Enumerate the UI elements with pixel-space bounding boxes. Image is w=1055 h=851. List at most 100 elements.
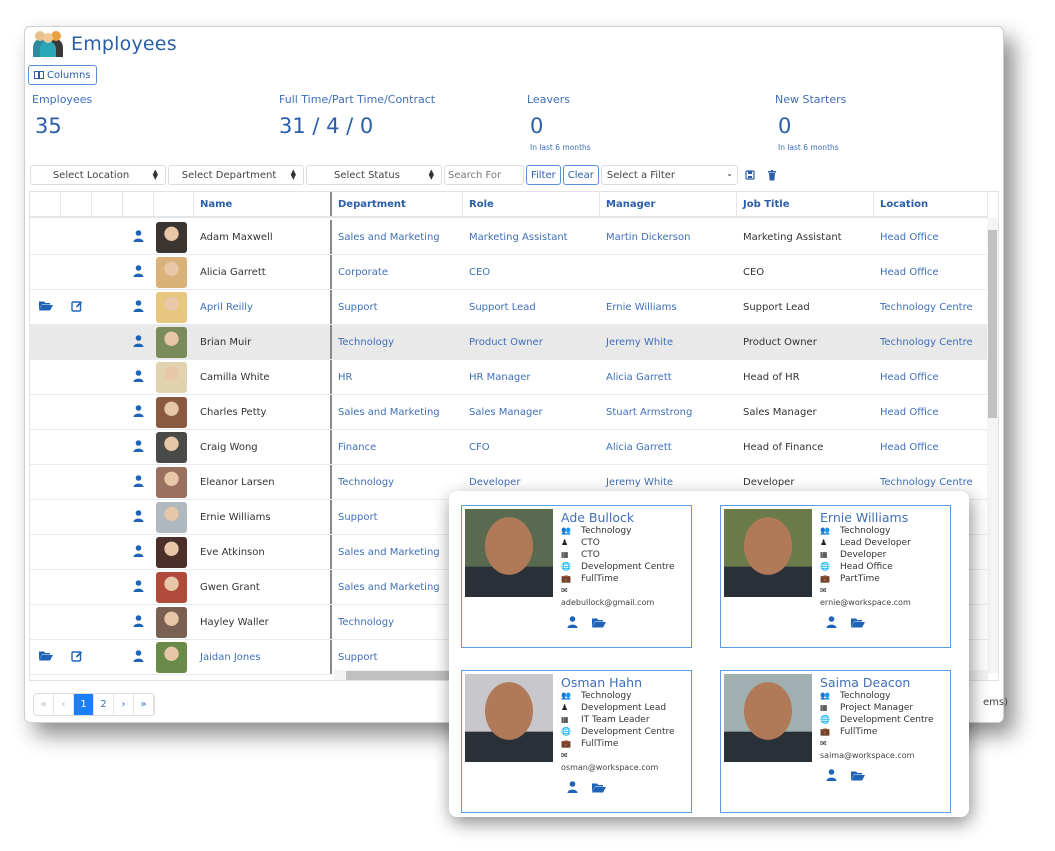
department-cell[interactable]: Sales and Marketing	[332, 535, 463, 569]
department-cell[interactable]: Support	[332, 500, 463, 534]
person-icon[interactable]	[133, 369, 144, 385]
location-cell[interactable]: Head Office	[874, 395, 988, 429]
search-input[interactable]: Search For	[444, 165, 524, 185]
vertical-scrollbar[interactable]	[987, 218, 998, 673]
person-icon[interactable]	[133, 474, 144, 490]
profile-cell[interactable]	[123, 465, 154, 499]
department-cell[interactable]: Sales and Marketing	[332, 395, 463, 429]
manager-cell[interactable]: Ernie Williams	[600, 290, 737, 324]
scrollbar-thumb[interactable]	[988, 230, 997, 418]
card-name[interactable]: Osman Hahn	[561, 676, 691, 690]
location-cell[interactable]: Head Office	[874, 255, 988, 289]
card-email[interactable]: ernie@workspace.com	[820, 597, 950, 608]
next-page-button[interactable]: ›	[114, 694, 134, 715]
prev-page-button[interactable]: ‹	[54, 694, 74, 715]
person-icon[interactable]	[133, 299, 144, 315]
page-2-button[interactable]: 2	[94, 694, 114, 715]
department-cell[interactable]: HR	[332, 360, 463, 394]
column-header-location[interactable]: Location	[874, 192, 988, 216]
profile-cell[interactable]	[123, 360, 154, 394]
person-icon[interactable]	[567, 613, 578, 632]
person-icon[interactable]	[567, 778, 578, 797]
role-cell[interactable]: Sales Manager	[463, 395, 600, 429]
profile-cell[interactable]	[123, 255, 154, 289]
person-icon[interactable]	[133, 509, 144, 525]
name-cell[interactable]: April Reilly	[194, 290, 332, 324]
card-name[interactable]: Saima Deacon	[820, 676, 950, 690]
location-cell[interactable]: Technology Centre	[874, 325, 988, 359]
person-icon[interactable]	[133, 649, 144, 665]
location-cell[interactable]: Head Office	[874, 220, 988, 254]
card-name[interactable]: Ernie Williams	[820, 511, 950, 525]
role-cell[interactable]: Product Owner	[463, 325, 600, 359]
status-select[interactable]: Select Status ▲ ▼	[306, 165, 442, 185]
role-cell[interactable]: Marketing Assistant	[463, 220, 600, 254]
person-icon[interactable]	[133, 614, 144, 630]
open-folder-cell[interactable]	[30, 640, 61, 674]
table-row[interactable]: Alicia Garrett Corporate CEO CEO Head Of…	[30, 255, 988, 290]
save-filter-button[interactable]	[740, 165, 760, 185]
manager-cell[interactable]: Stuart Armstrong	[600, 395, 737, 429]
person-icon[interactable]	[133, 439, 144, 455]
person-icon[interactable]	[133, 404, 144, 420]
department-cell[interactable]: Technology	[332, 325, 463, 359]
folder-open-icon[interactable]	[851, 766, 865, 785]
person-icon[interactable]	[826, 766, 837, 785]
edit-icon[interactable]	[70, 650, 83, 665]
profile-cell[interactable]	[123, 570, 154, 604]
card-name[interactable]: Ade Bullock	[561, 511, 691, 525]
profile-cell[interactable]	[123, 220, 154, 254]
person-icon[interactable]	[133, 264, 144, 280]
table-row[interactable]: Charles Petty Sales and Marketing Sales …	[30, 395, 988, 430]
person-icon[interactable]	[826, 613, 837, 632]
page-1-button[interactable]: 1	[74, 694, 94, 715]
manager-cell[interactable]: Jeremy White	[600, 325, 737, 359]
card-email[interactable]: osman@workspace.com	[561, 762, 691, 773]
folder-open-icon[interactable]	[592, 613, 606, 632]
role-cell[interactable]: CFO	[463, 430, 600, 464]
profile-cell[interactable]	[123, 640, 154, 674]
location-select[interactable]: Select Location ▲ ▼	[30, 165, 166, 185]
folder-open-icon[interactable]	[851, 613, 865, 632]
column-header-name[interactable]: Name	[194, 192, 332, 216]
delete-filter-button[interactable]	[762, 165, 782, 185]
role-cell[interactable]: HR Manager	[463, 360, 600, 394]
table-row[interactable]: Brian Muir Technology Product Owner Jere…	[30, 325, 988, 360]
department-cell[interactable]: Technology	[332, 605, 463, 639]
clear-button[interactable]: Clear	[562, 165, 599, 185]
department-cell[interactable]: Support	[332, 640, 463, 674]
edit-icon[interactable]	[70, 300, 83, 315]
profile-cell[interactable]	[123, 535, 154, 569]
table-row[interactable]: April Reilly Support Support Lead Ernie …	[30, 290, 988, 325]
profile-cell[interactable]	[123, 395, 154, 429]
folder-open-icon[interactable]	[38, 650, 53, 664]
filter-button[interactable]: Filter	[526, 165, 561, 185]
department-cell[interactable]: Sales and Marketing	[332, 220, 463, 254]
manager-cell[interactable]: Alicia Garrett	[600, 360, 737, 394]
table-row[interactable]: Craig Wong Finance CFO Alicia Garrett He…	[30, 430, 988, 465]
manager-cell[interactable]: Martin Dickerson	[600, 220, 737, 254]
manager-cell[interactable]	[600, 255, 737, 289]
department-cell[interactable]: Corporate	[332, 255, 463, 289]
saved-filter-select[interactable]: Select a Filter ⌄	[600, 165, 738, 185]
folder-open-icon[interactable]	[592, 778, 606, 797]
profile-cell[interactable]	[123, 430, 154, 464]
profile-cell[interactable]	[123, 290, 154, 324]
name-cell[interactable]: Jaidan Jones	[194, 640, 332, 674]
profile-cell[interactable]	[123, 605, 154, 639]
column-header-job-title[interactable]: Job Title	[737, 192, 874, 216]
last-page-button[interactable]: »	[134, 694, 154, 715]
person-icon[interactable]	[133, 334, 144, 350]
profile-cell[interactable]	[123, 325, 154, 359]
column-header-department[interactable]: Department	[332, 192, 463, 216]
table-row[interactable]: Camilla White HR HR Manager Alicia Garre…	[30, 360, 988, 395]
department-cell[interactable]: Support	[332, 290, 463, 324]
profile-cell[interactable]	[123, 500, 154, 534]
columns-button[interactable]: Columns	[28, 65, 97, 85]
card-email[interactable]: adebullock@gmail.com	[561, 597, 691, 608]
role-cell[interactable]: Support Lead	[463, 290, 600, 324]
department-cell[interactable]: Finance	[332, 430, 463, 464]
card-email[interactable]: saima@workspace.com	[820, 750, 950, 761]
department-cell[interactable]: Technology	[332, 465, 463, 499]
open-folder-cell[interactable]	[30, 290, 61, 324]
